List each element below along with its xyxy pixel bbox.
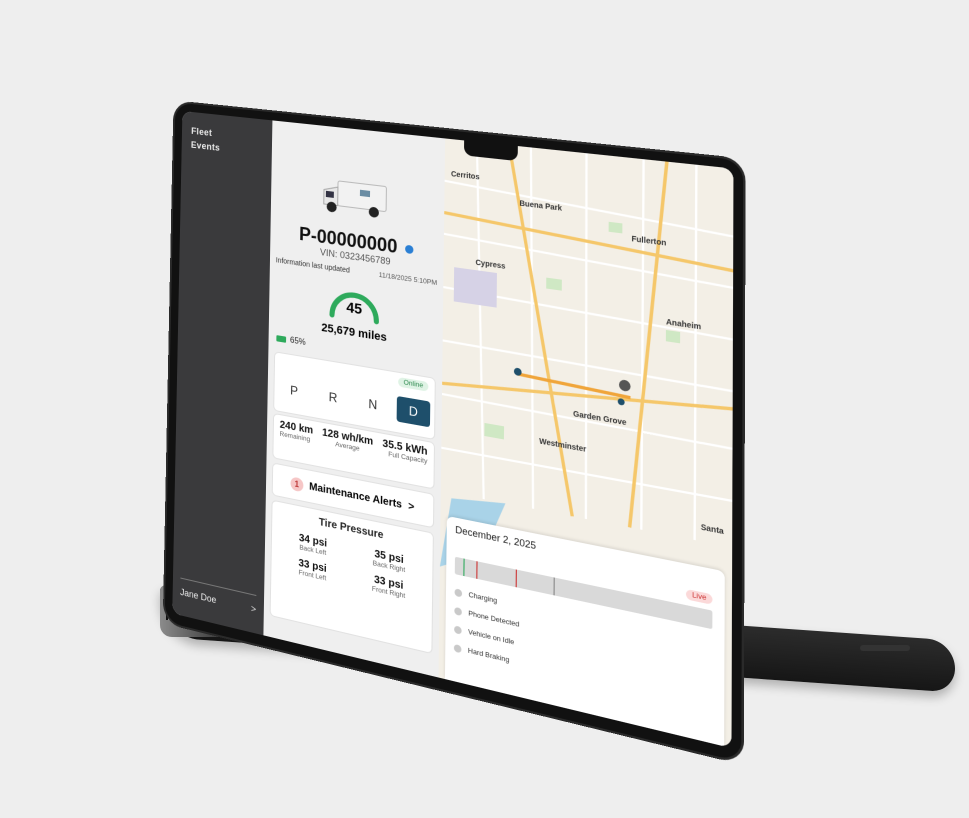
timeline-tick <box>476 561 478 579</box>
live-badge[interactable]: Live <box>686 588 713 605</box>
gear-d[interactable]: D <box>396 395 431 428</box>
map-view[interactable]: Cerritos Buena Park Fullerton Cypress An… <box>438 138 734 749</box>
status-badge: Online <box>398 377 429 392</box>
laptop-lid: Fleet Events Jane Doe > P-00000000 VIN: … <box>164 102 744 763</box>
alert-label: Maintenance Alerts <box>309 480 403 511</box>
event-dot-icon <box>454 588 463 598</box>
event-label: Hard Braking <box>467 647 510 665</box>
event-dot-icon <box>454 606 462 617</box>
alert-count-badge: 1 <box>290 475 304 492</box>
stat-remaining: 240 km Remaining <box>279 419 314 461</box>
battery-status: 65% <box>276 333 306 348</box>
stat-average: 128 wh/km Average <box>322 427 373 472</box>
timeline-tick <box>463 558 465 577</box>
stat-capacity: 35.5 kWh Full Capacity <box>382 438 427 483</box>
event-label: Charging <box>468 591 498 606</box>
gear-p[interactable]: P <box>278 376 310 406</box>
laptop-mockup: Fleet Events Jane Doe > P-00000000 VIN: … <box>0 0 969 818</box>
chevron-right-icon: > <box>250 603 257 615</box>
chevron-right-icon: > <box>408 500 415 514</box>
timeline-tick <box>553 577 555 596</box>
gear-n[interactable]: N <box>356 389 389 420</box>
user-menu[interactable]: Jane Doe > <box>180 577 257 615</box>
sidebar: Fleet Events Jane Doe > <box>172 111 273 636</box>
user-name: Jane Doe <box>180 586 217 606</box>
battery-icon <box>276 334 287 343</box>
event-dot-icon <box>454 625 462 635</box>
battery-level: 65% <box>289 335 306 348</box>
last-updated-time: 11/18/2025 5:10PM <box>378 271 438 288</box>
vehicle-panel: P-00000000 VIN: 0323456789 Information l… <box>263 120 446 678</box>
event-dot-icon <box>453 643 462 654</box>
timeline-events: Charging Phone Detected Vehicle on Idle <box>453 583 520 673</box>
info-icon[interactable] <box>404 244 413 255</box>
timeline-tick <box>515 569 517 588</box>
laptop-screen: Fleet Events Jane Doe > P-00000000 VIN: … <box>172 111 734 749</box>
gear-r[interactable]: R <box>317 382 349 413</box>
laptop-foot-right <box>860 645 910 651</box>
van-image <box>320 175 391 219</box>
